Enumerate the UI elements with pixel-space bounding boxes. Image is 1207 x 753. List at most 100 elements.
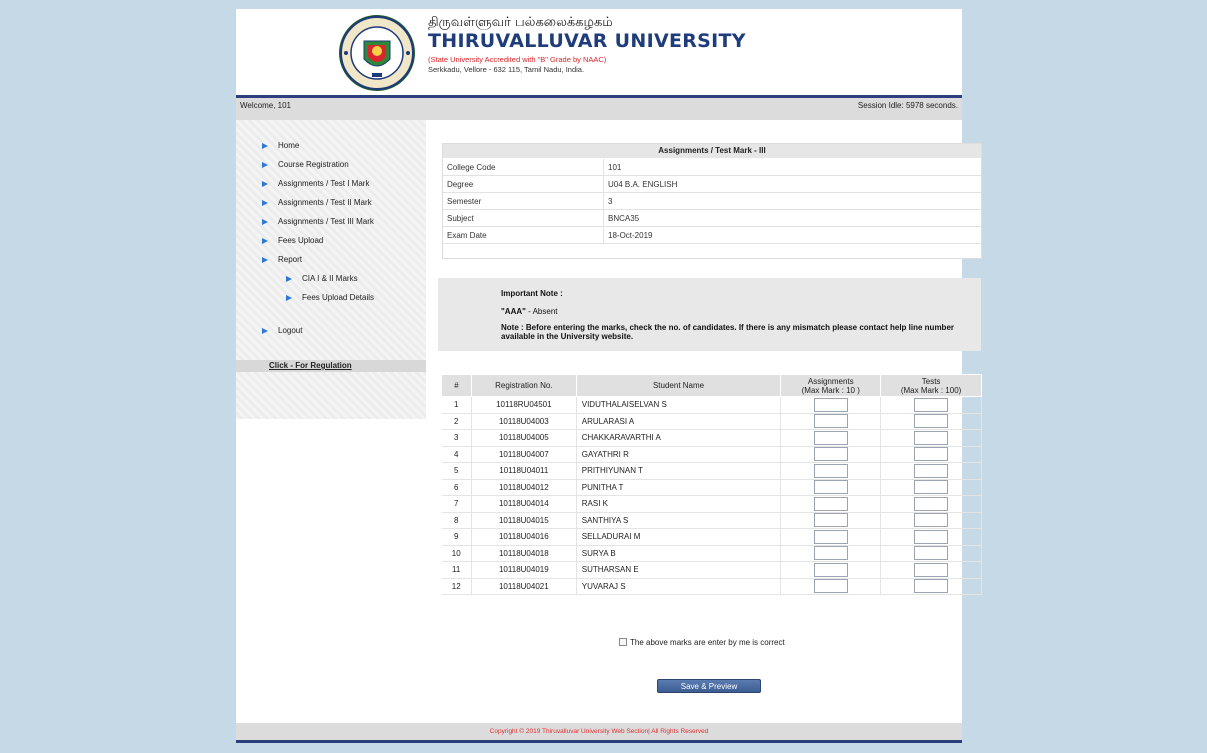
col-header-assignments: Assignments (Max Mark : 10 ): [780, 374, 882, 397]
test-mark-input[interactable]: [914, 579, 949, 594]
assignment-mark-input[interactable]: [813, 579, 848, 594]
tamil-university-name: திருவள்ளுவர் பல்கலைக்கழகம்: [428, 15, 613, 30]
student-name: SELLADURAI M: [576, 528, 782, 546]
assignment-cell: [780, 561, 882, 579]
arrow-right-icon: [286, 295, 292, 301]
table-row: 4 10118U04007 GAYATHRI R: [441, 446, 982, 463]
test-mark-input[interactable]: [914, 480, 949, 495]
note-heading: Important Note :: [501, 289, 563, 298]
assignment-mark-input[interactable]: [813, 397, 848, 412]
test-mark-input[interactable]: [914, 430, 949, 445]
info-label: Degree: [447, 180, 474, 189]
registration-no: 10118U04016: [471, 528, 577, 546]
regulation-link[interactable]: Click - For Regulation: [269, 361, 352, 370]
test-cell: [880, 479, 982, 496]
assignment-mark-input[interactable]: [813, 430, 848, 445]
student-name: YUVARAJ S: [576, 578, 782, 595]
info-row: Subject BNCA35: [443, 210, 981, 227]
university-seal-icon: [339, 15, 415, 91]
test-mark-input[interactable]: [914, 529, 949, 544]
test-cell: [880, 528, 982, 546]
registration-no: 10118U04021: [471, 578, 577, 595]
test-mark-input[interactable]: [914, 546, 949, 561]
test-mark-input[interactable]: [914, 513, 949, 528]
assignment-cell: [780, 479, 882, 496]
column-divider: [603, 210, 604, 227]
assignment-mark-input[interactable]: [813, 480, 848, 495]
arrow-right-icon: [286, 276, 292, 282]
test-mark-input[interactable]: [914, 496, 949, 511]
student-name: GAYATHRI R: [576, 446, 782, 463]
registration-no: 10118U04011: [471, 462, 577, 480]
test-cell: [880, 429, 982, 447]
row-number: 12: [441, 578, 472, 595]
assignment-mark-input[interactable]: [813, 447, 848, 462]
save-preview-button[interactable]: Save & Preview: [657, 679, 761, 693]
registration-no: 10118U04007: [471, 446, 577, 463]
confirm-checkbox[interactable]: [619, 638, 627, 646]
table-row: 6 10118U04012 PUNITHA T: [441, 479, 982, 496]
student-name: SUTHARSAN E: [576, 561, 782, 579]
student-name: SANTHIYA S: [576, 512, 782, 529]
test-mark-input[interactable]: [914, 562, 949, 577]
arrow-right-icon: [262, 328, 268, 334]
table-row: 12 10118U04021 YUVARAJ S: [441, 578, 982, 595]
assignment-cell: [780, 528, 882, 546]
welcome-text: Welcome, 101: [240, 101, 291, 110]
absent-text: - Absent: [525, 307, 558, 316]
registration-no: 10118U04015: [471, 512, 577, 529]
assignments-max: (Max Mark : 10 ): [801, 385, 860, 395]
info-label: College Code: [447, 163, 496, 172]
arrow-right-icon: [262, 181, 268, 187]
absent-legend: "AAA" - Absent: [501, 307, 558, 316]
assignment-mark-input[interactable]: [813, 496, 848, 511]
col-header-tests: Tests (Max Mark : 100): [880, 374, 982, 397]
footer-divider: [236, 740, 962, 743]
info-row: Exam Date 18-Oct-2019: [443, 227, 981, 244]
row-number: 8: [441, 512, 472, 529]
assignment-cell: [780, 462, 882, 480]
col-header-num: #: [441, 374, 472, 397]
info-label: Exam Date: [447, 231, 487, 240]
assignment-cell: [780, 429, 882, 447]
assignment-mark-input[interactable]: [813, 546, 848, 561]
test-mark-input[interactable]: [914, 414, 949, 429]
col-header-student-name: Student Name: [575, 374, 782, 397]
info-row: Degree U04 B.A. ENGLISH: [443, 176, 981, 193]
test-mark-input[interactable]: [914, 447, 949, 462]
registration-no: 10118U04019: [471, 561, 577, 579]
assignment-mark-input[interactable]: [813, 529, 848, 544]
assignment-mark-input[interactable]: [813, 463, 848, 478]
student-name: RASI K: [576, 495, 782, 513]
info-value: 3: [608, 197, 613, 206]
arrow-right-icon: [262, 219, 268, 225]
row-number: 2: [441, 413, 472, 430]
col-header-registration: Registration No.: [470, 374, 577, 397]
info-value: BNCA35: [608, 214, 640, 223]
assignment-mark-input[interactable]: [813, 414, 848, 429]
assignment-mark-input[interactable]: [813, 513, 848, 528]
table-row: 2 10118U04003 ARULARASI A: [441, 413, 982, 430]
info-label: Subject: [447, 214, 474, 223]
header-titles: திருவள்ளுவர் பல்கலைக்கழகம் THIRUVALLUVAR…: [428, 15, 746, 75]
confirmation: The above marks are enter by me is corre…: [619, 638, 785, 647]
assignment-cell: [780, 578, 882, 595]
student-name: VIDUTHALAISELVAN S: [576, 396, 782, 414]
table-row: 9 10118U04016 SELLADURAI M: [441, 528, 982, 546]
assignment-cell: [780, 396, 882, 414]
info-value: U04 B.A. ENGLISH: [608, 180, 678, 189]
assignment-mark-input[interactable]: [813, 562, 848, 577]
absent-code: "AAA": [501, 307, 526, 316]
arrow-right-icon: [262, 162, 268, 168]
test-cell: [880, 512, 982, 529]
table-row: 7 10118U04014 RASI K: [441, 495, 982, 513]
test-mark-input[interactable]: [914, 397, 949, 412]
test-cell: [880, 462, 982, 480]
registration-no: 10118U04014: [471, 495, 577, 513]
info-value: 18-Oct-2019: [608, 231, 653, 240]
row-number: 4: [441, 446, 472, 463]
session-idle-text: Session Idle: 5978 seconds.: [857, 101, 958, 110]
table-header-row: # Registration No. Student Name Assignme…: [441, 374, 982, 397]
test-cell: [880, 578, 982, 595]
test-mark-input[interactable]: [914, 463, 949, 478]
